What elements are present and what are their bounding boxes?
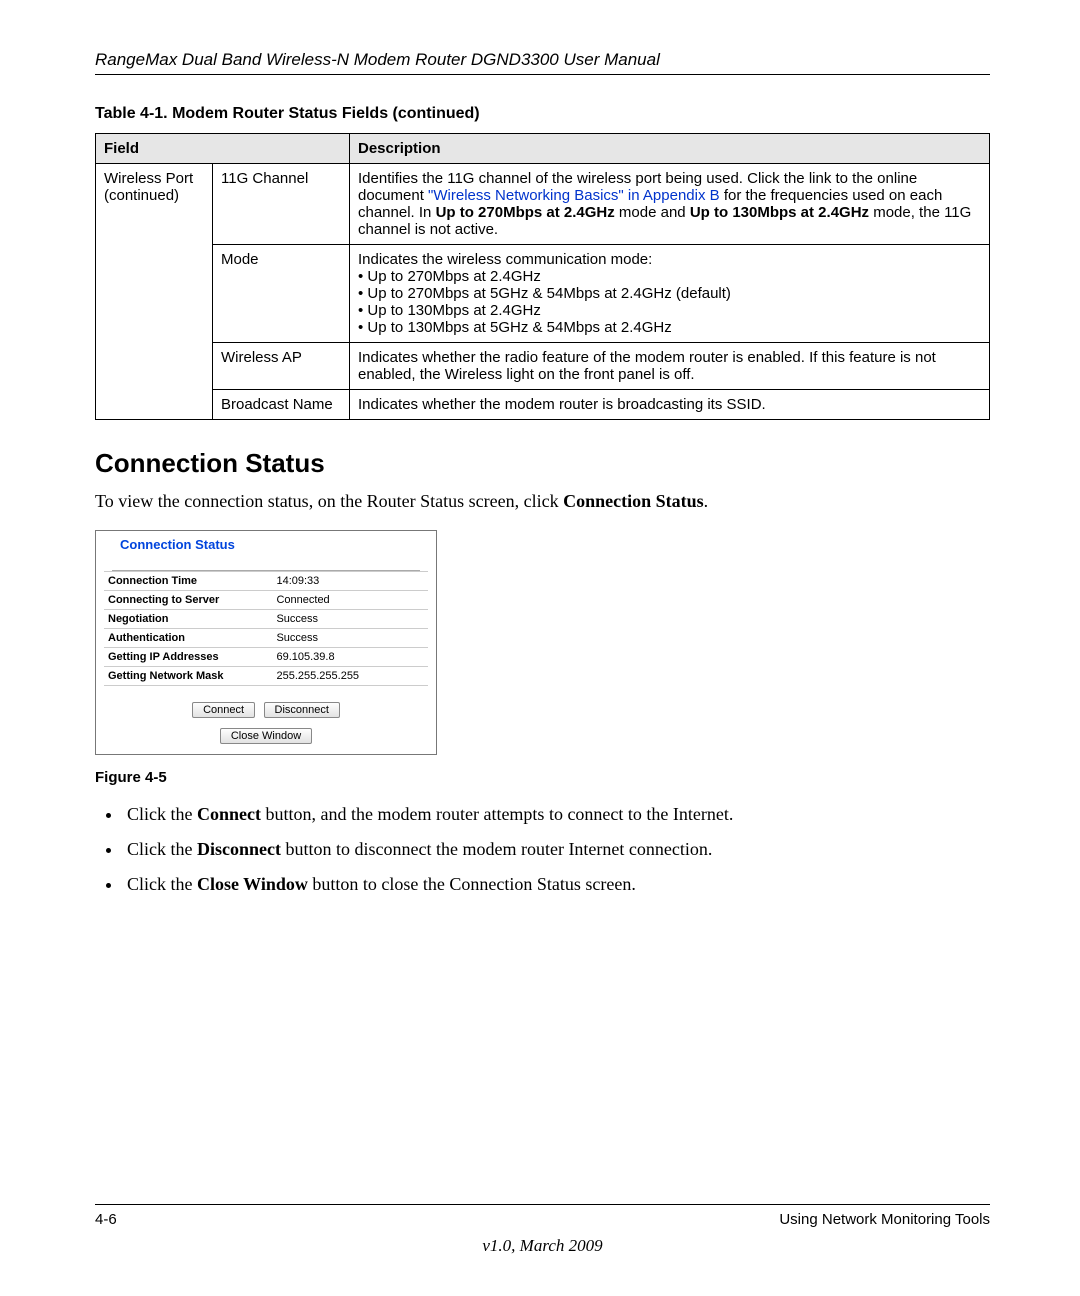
desc-text: mode and — [615, 204, 690, 221]
desc-cell: Indicates whether the radio feature of t… — [350, 343, 990, 390]
desc-text: Indicates the wireless communication mod… — [358, 251, 652, 268]
cs-label: Negotiation — [104, 610, 272, 629]
field-cell: Broadcast Name — [213, 390, 350, 420]
cs-table: Connection Time14:09:33 Connecting to Se… — [104, 571, 428, 686]
intro-bold: Connection Status — [563, 491, 704, 511]
field-cell: 11G Channel — [213, 164, 350, 245]
cs-label: Connecting to Server — [104, 591, 272, 610]
figure-caption: Figure 4-5 — [95, 769, 990, 786]
cs-row: Getting Network Mask255.255.255.255 — [104, 667, 428, 686]
intro-text: . — [704, 491, 709, 511]
cs-value: Success — [272, 629, 428, 648]
cs-row: Connection Time14:09:33 — [104, 572, 428, 591]
list-item: Click the Close Window button to close t… — [123, 874, 990, 895]
footer-version: v1.0, March 2009 — [95, 1236, 990, 1256]
section-intro: To view the connection status, on the Ro… — [95, 491, 990, 512]
cs-value: Success — [272, 610, 428, 629]
cs-label: Connection Time — [104, 572, 272, 591]
li-text: Click the — [127, 839, 197, 859]
group-cell: Wireless Port (continued) — [96, 164, 213, 420]
cs-row: Getting IP Addresses69.105.39.8 — [104, 648, 428, 667]
cs-row: NegotiationSuccess — [104, 610, 428, 629]
li-text: Click the — [127, 804, 197, 824]
page-footer: 4-6 Using Network Monitoring Tools v1.0,… — [95, 1204, 990, 1256]
section-heading: Connection Status — [95, 448, 990, 479]
li-bold: Close Window — [197, 874, 308, 894]
cs-label: Getting Network Mask — [104, 667, 272, 686]
desc-item: Up to 130Mbps at 5GHz & 54Mbps at 2.4GHz — [367, 319, 671, 336]
cs-value: 14:09:33 — [272, 572, 428, 591]
field-cell: Mode — [213, 245, 350, 343]
th-field: Field — [96, 134, 350, 164]
desc-cell: Indicates the wireless communication mod… — [350, 245, 990, 343]
cs-row: Connecting to ServerConnected — [104, 591, 428, 610]
page-header-title: RangeMax Dual Band Wireless-N Modem Rout… — [95, 50, 990, 70]
cs-panel-title: Connection Status — [112, 531, 420, 571]
cs-label: Getting IP Addresses — [104, 648, 272, 667]
list-item: Click the Connect button, and the modem … — [123, 804, 990, 825]
desc-item: Up to 270Mbps at 5GHz & 54Mbps at 2.4GHz… — [367, 285, 731, 302]
cs-label: Authentication — [104, 629, 272, 648]
cs-value: 255.255.255.255 — [272, 667, 428, 686]
intro-text: To view the connection status, on the Ro… — [95, 491, 563, 511]
appendix-link[interactable]: "Wireless Networking Basics" in Appendix… — [428, 187, 720, 204]
cs-value: 69.105.39.8 — [272, 648, 428, 667]
table-row: Mode Indicates the wireless communicatio… — [96, 245, 990, 343]
connection-status-panel: Connection Status Connection Time14:09:3… — [95, 530, 437, 755]
field-cell: Wireless AP — [213, 343, 350, 390]
close-window-button[interactable]: Close Window — [220, 728, 312, 744]
desc-item: Up to 270Mbps at 2.4GHz — [367, 268, 540, 285]
li-text: button to disconnect the modem router In… — [281, 839, 712, 859]
desc-cell: Indicates whether the modem router is br… — [350, 390, 990, 420]
instruction-list: Click the Connect button, and the modem … — [95, 804, 990, 895]
list-item: Click the Disconnect button to disconnec… — [123, 839, 990, 860]
desc-bold: Up to 270Mbps at 2.4GHz — [436, 204, 615, 221]
desc-bold: Up to 130Mbps at 2.4GHz — [690, 204, 869, 221]
footer-rule — [95, 1204, 990, 1205]
desc-item: Up to 130Mbps at 2.4GHz — [367, 302, 540, 319]
li-text: button to close the Connection Status sc… — [308, 874, 636, 894]
li-bold: Connect — [197, 804, 261, 824]
table-caption: Table 4-1. Modem Router Status Fields (c… — [95, 105, 990, 123]
header-rule — [95, 74, 990, 75]
footer-page-number: 4-6 — [95, 1211, 117, 1228]
desc-cell: Identifies the 11G channel of the wirele… — [350, 164, 990, 245]
table-row: Broadcast Name Indicates whether the mod… — [96, 390, 990, 420]
li-bold: Disconnect — [197, 839, 281, 859]
cs-value: Connected — [272, 591, 428, 610]
footer-chapter: Using Network Monitoring Tools — [779, 1211, 990, 1228]
connect-button[interactable]: Connect — [192, 702, 255, 718]
table-row: Wireless AP Indicates whether the radio … — [96, 343, 990, 390]
disconnect-button[interactable]: Disconnect — [264, 702, 340, 718]
th-description: Description — [350, 134, 990, 164]
cs-row: AuthenticationSuccess — [104, 629, 428, 648]
table-row: Wireless Port (continued) 11G Channel Id… — [96, 164, 990, 245]
li-text: Click the — [127, 874, 197, 894]
li-text: button, and the modem router attempts to… — [261, 804, 733, 824]
status-fields-table: Field Description Wireless Port (continu… — [95, 133, 990, 420]
